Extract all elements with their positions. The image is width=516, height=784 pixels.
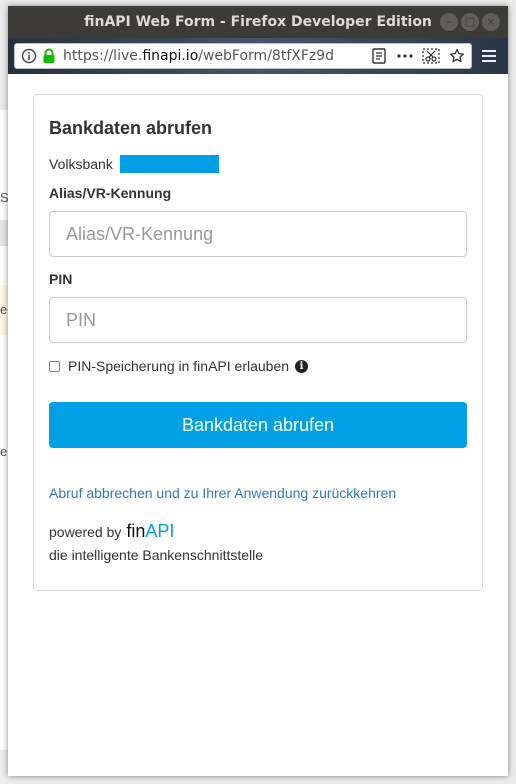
form-heading: Bankdaten abrufen <box>49 118 213 138</box>
page-actions-icon[interactable] <box>395 46 415 66</box>
tagline: die intelligente Bankenschnittstelle <box>49 547 264 563</box>
url-bar[interactable]: https://live.finapi.io/webForm/8tfXFz9d <box>14 43 472 69</box>
pin-input[interactable] <box>49 297 467 343</box>
bank-name-text: Volksbank <box>49 156 113 172</box>
background-text-fragment: e <box>0 444 8 459</box>
store-pin-checkbox[interactable] <box>49 360 60 372</box>
cancel-link[interactable]: Abruf abbrechen und zu Ihrer Anwendung z… <box>49 485 396 501</box>
reader-view-icon[interactable] <box>369 46 389 66</box>
url-actions <box>369 46 467 66</box>
background-text-fragment: e <box>0 302 8 317</box>
fetch-bank-data-button[interactable]: Bankdaten abrufen <box>49 402 467 448</box>
url-host: finapi.io <box>142 48 199 64</box>
hamburger-menu-icon[interactable] <box>476 43 502 69</box>
info-circle-icon[interactable]: i <box>295 359 309 373</box>
alias-input[interactable] <box>49 211 467 257</box>
logo-fin: fin <box>126 521 146 541</box>
redaction-block <box>119 155 219 173</box>
browser-navbar: https://live.finapi.io/webForm/8tfXFz9d <box>8 38 508 74</box>
bookmark-star-icon[interactable] <box>447 46 467 66</box>
page-content: Bankdaten abrufen Volksbank Alias/VR-Ken… <box>8 74 508 776</box>
window-titlebar[interactable]: finAPI Web Form - Firefox Developer Edit… <box>8 6 508 38</box>
bank-name: Volksbank <box>49 155 219 173</box>
alias-label: Alias/VR-Kennung <box>49 185 172 201</box>
store-pin-row: PIN-Speicherung in finAPI erlauben i <box>49 358 309 374</box>
minimize-button[interactable]: – <box>440 13 458 31</box>
finapi-logo: finAPI <box>126 521 174 542</box>
bank-form-card: Bankdaten abrufen Volksbank Alias/VR-Ken… <box>33 94 483 591</box>
lock-icon[interactable] <box>39 46 59 66</box>
powered-by-text: powered by <box>49 524 122 540</box>
maximize-button[interactable]: □ <box>461 13 479 31</box>
screenshot-icon[interactable] <box>421 46 441 66</box>
pin-label: PIN <box>49 271 73 287</box>
info-icon[interactable] <box>19 46 39 66</box>
close-button[interactable]: × <box>482 13 500 31</box>
popup-window: finAPI Web Form - Firefox Developer Edit… <box>8 6 508 776</box>
powered-by: powered by finAPI <box>49 521 174 542</box>
url-text[interactable]: https://live.finapi.io/webForm/8tfXFz9d <box>63 48 369 64</box>
store-pin-label[interactable]: PIN-Speicherung in finAPI erlauben <box>68 358 289 374</box>
window-title: finAPI Web Form - Firefox Developer Edit… <box>84 14 432 30</box>
window-controls: – □ × <box>440 13 500 31</box>
logo-api: API <box>145 521 175 541</box>
url-path: /webForm/8tfXFz9d <box>198 48 335 64</box>
url-prefix: https://live. <box>63 48 143 64</box>
